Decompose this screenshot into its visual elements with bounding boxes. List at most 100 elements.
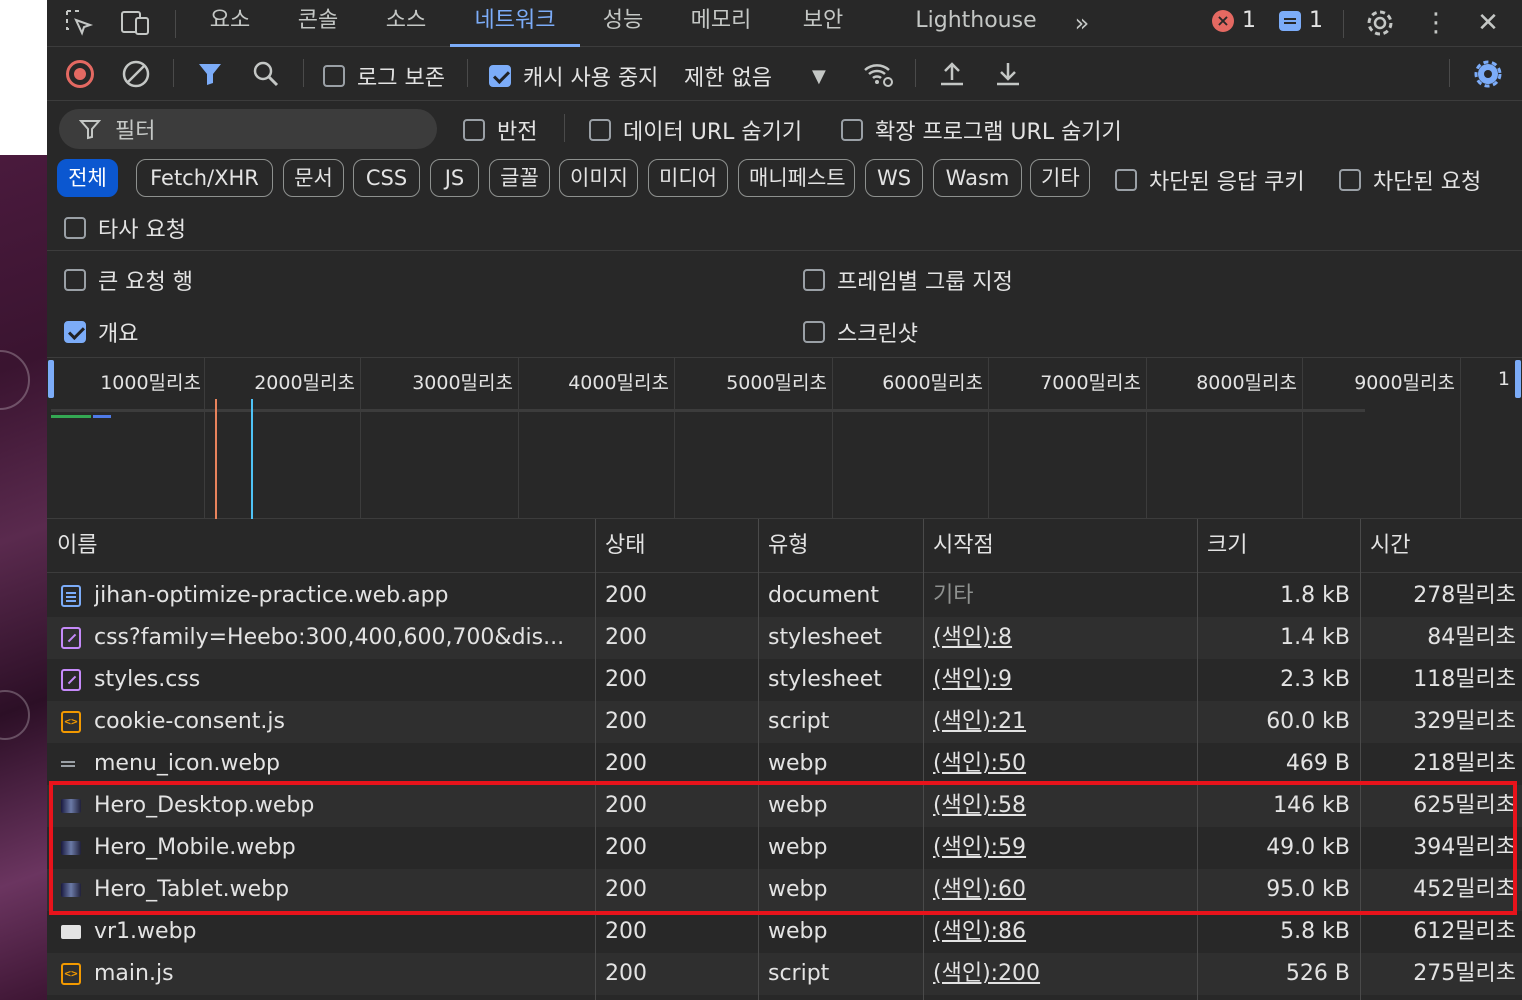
table-row[interactable]: css?family=Heebo:300,400,600,700&dis... 2… [47,617,1522,659]
type-filter-js[interactable]: JS [430,159,479,197]
more-options-kebab-icon[interactable]: ⋮ [1419,6,1453,40]
disable-cache-option[interactable]: 캐시 사용 중지 [489,60,658,92]
overview-option[interactable]: 개요 [64,316,138,348]
disable-cache-checkbox[interactable] [489,65,511,87]
blocked-requests-checkbox[interactable] [1339,169,1361,191]
tab-performance[interactable]: 성능 [592,0,654,47]
column-header-time[interactable]: 시간 [1360,519,1522,573]
tab-lighthouse[interactable]: Lighthouse [907,0,1045,47]
error-count-badge[interactable]: × 1 [1212,8,1256,33]
large-rows-option[interactable]: 큰 요청 행 [64,264,193,296]
type-filter-font[interactable]: 글꼴 [489,159,550,197]
type-filter-wasm[interactable]: Wasm [933,159,1022,197]
inspect-element-icon[interactable] [62,6,96,40]
type-filter-css[interactable]: CSS [353,159,420,197]
network-conditions-button[interactable] [861,57,895,91]
tab-security[interactable]: 보안 [792,0,854,47]
cell-type: script [768,709,830,734]
cell-time: 118밀리초 [1413,667,1516,692]
cell-initiator[interactable]: (색인):21 [933,701,1193,743]
group-by-frame-option[interactable]: 프레임별 그룹 지정 [803,264,1013,296]
record-button[interactable] [63,57,97,91]
type-filter-image[interactable]: 이미지 [559,159,638,197]
group-by-frame-checkbox[interactable] [803,269,825,291]
preserve-log-checkbox[interactable] [323,65,345,87]
hide-data-urls-checkbox[interactable] [589,119,611,141]
column-header-size[interactable]: 크기 [1197,519,1360,573]
throttling-select[interactable]: 제한 없음 ▼ [684,60,826,92]
table-row[interactable]: <> main.js 200 script (색인):200 526 B 275밀리초 [47,953,1522,995]
third-party-option[interactable]: 타사 요청 [64,212,186,244]
cell-initiator[interactable]: (색인):59 [933,827,1193,869]
cell-type: webp [768,751,828,776]
export-har-button[interactable] [991,57,1025,91]
hide-data-urls-option[interactable]: 데이터 URL 숨기기 [589,114,802,146]
preserve-log-option[interactable]: 로그 보존 [323,60,445,92]
message-count-badge[interactable]: 1 [1279,8,1323,33]
divider [175,10,176,38]
table-row[interactable]: vr1.webp 200 webp (색인):86 5.8 kB 612밀리초 [47,911,1522,953]
overview-checkbox[interactable] [64,321,86,343]
close-icon[interactable]: ✕ [1471,6,1505,40]
table-row[interactable]: Hero_Mobile.webp 200 webp (색인):59 49.0 kB 394… [47,827,1522,869]
third-party-checkbox[interactable] [64,217,86,239]
tab-network[interactable]: 네트워크 [450,0,580,47]
tab-console[interactable]: 콘솔 [287,0,349,47]
cell-initiator[interactable]: (색인):60 [933,869,1193,911]
table-row[interactable]: jihan-optimize-practice.web.app 200 docume… [47,575,1522,617]
cell-type: webp [768,877,828,902]
hide-extension-urls-checkbox[interactable] [841,119,863,141]
screenshots-option[interactable]: 스크린샷 [803,316,918,348]
invert-checkbox[interactable] [463,119,485,141]
type-filter-fetch-xhr[interactable]: Fetch/XHR [136,159,273,197]
cell-initiator[interactable]: (색인):50 [933,743,1193,785]
timeline-right-handle[interactable] [1515,360,1521,398]
blocked-requests-option[interactable]: 차단된 요청 [1339,164,1481,196]
more-tabs-chevron-icon[interactable]: » [1065,6,1099,40]
cell-time: 275밀리초 [1413,961,1516,986]
filter-input[interactable]: 필터 [59,109,437,149]
column-header-status[interactable]: 상태 [595,519,758,573]
tab-sources[interactable]: 소스 [375,0,437,47]
cell-initiator[interactable]: (색인):8 [933,617,1193,659]
cell-initiator[interactable]: (색인):86 [933,911,1193,953]
type-filter-ws[interactable]: WS [865,159,923,197]
network-overview-timeline[interactable]: 1000밀리초 2000밀리초 3000밀리초 4000밀리초 5000밀리초 … [47,357,1522,519]
column-header-initiator[interactable]: 시작점 [923,519,1197,573]
table-row[interactable]: menu_icon.webp 200 webp (색인):50 469 B 218밀리초 [47,743,1522,785]
cell-initiator[interactable]: (색인):9 [933,659,1193,701]
column-header-type[interactable]: 유형 [758,519,923,573]
cell-initiator[interactable]: (색인):200 [933,953,1193,995]
timeline-tick [988,358,989,518]
import-har-button[interactable] [935,57,969,91]
type-filter-all[interactable]: 전체 [57,159,118,197]
cell-initiator[interactable]: (색인):58 [933,785,1193,827]
type-filter-other[interactable]: 기타 [1030,159,1090,197]
type-filter-manifest[interactable]: 매니페스트 [738,159,855,197]
column-divider [1360,519,1361,1000]
tab-memory[interactable]: 메모리 [677,0,765,47]
menu-image-icon [61,761,75,767]
screenshots-checkbox[interactable] [803,321,825,343]
divider [564,114,565,142]
settings-gear-icon[interactable] [1363,6,1397,40]
search-button[interactable] [249,57,283,91]
hide-extension-urls-option[interactable]: 확장 프로그램 URL 숨기기 [841,114,1122,146]
network-settings-button[interactable] [1471,57,1505,91]
table-row[interactable]: <> cookie-consent.js 200 script (색인):21 60.0 … [47,701,1522,743]
table-row[interactable]: Hero_Tablet.webp 200 webp (색인):60 95.0 kB 452… [47,869,1522,911]
device-toolbar-icon[interactable] [119,6,153,40]
clear-button[interactable] [119,57,153,91]
type-filter-media[interactable]: 미디어 [648,159,728,197]
invert-option[interactable]: 반전 [463,114,537,146]
column-header-name[interactable]: 이름 [47,519,595,573]
type-filter-document[interactable]: 문서 [283,159,344,197]
large-rows-checkbox[interactable] [64,269,86,291]
tab-elements[interactable]: 요소 [199,0,261,47]
preserve-log-label: 로그 보존 [357,66,445,91]
filter-toggle-button[interactable] [193,57,227,91]
blocked-cookies-option[interactable]: 차단된 응답 쿠키 [1115,164,1305,196]
table-row[interactable]: styles.css 200 stylesheet (색인):9 2.3 kB 118밀리… [47,659,1522,701]
table-row[interactable]: Hero_Desktop.webp 200 webp (색인):58 146 kB 625… [47,785,1522,827]
blocked-cookies-checkbox[interactable] [1115,169,1137,191]
